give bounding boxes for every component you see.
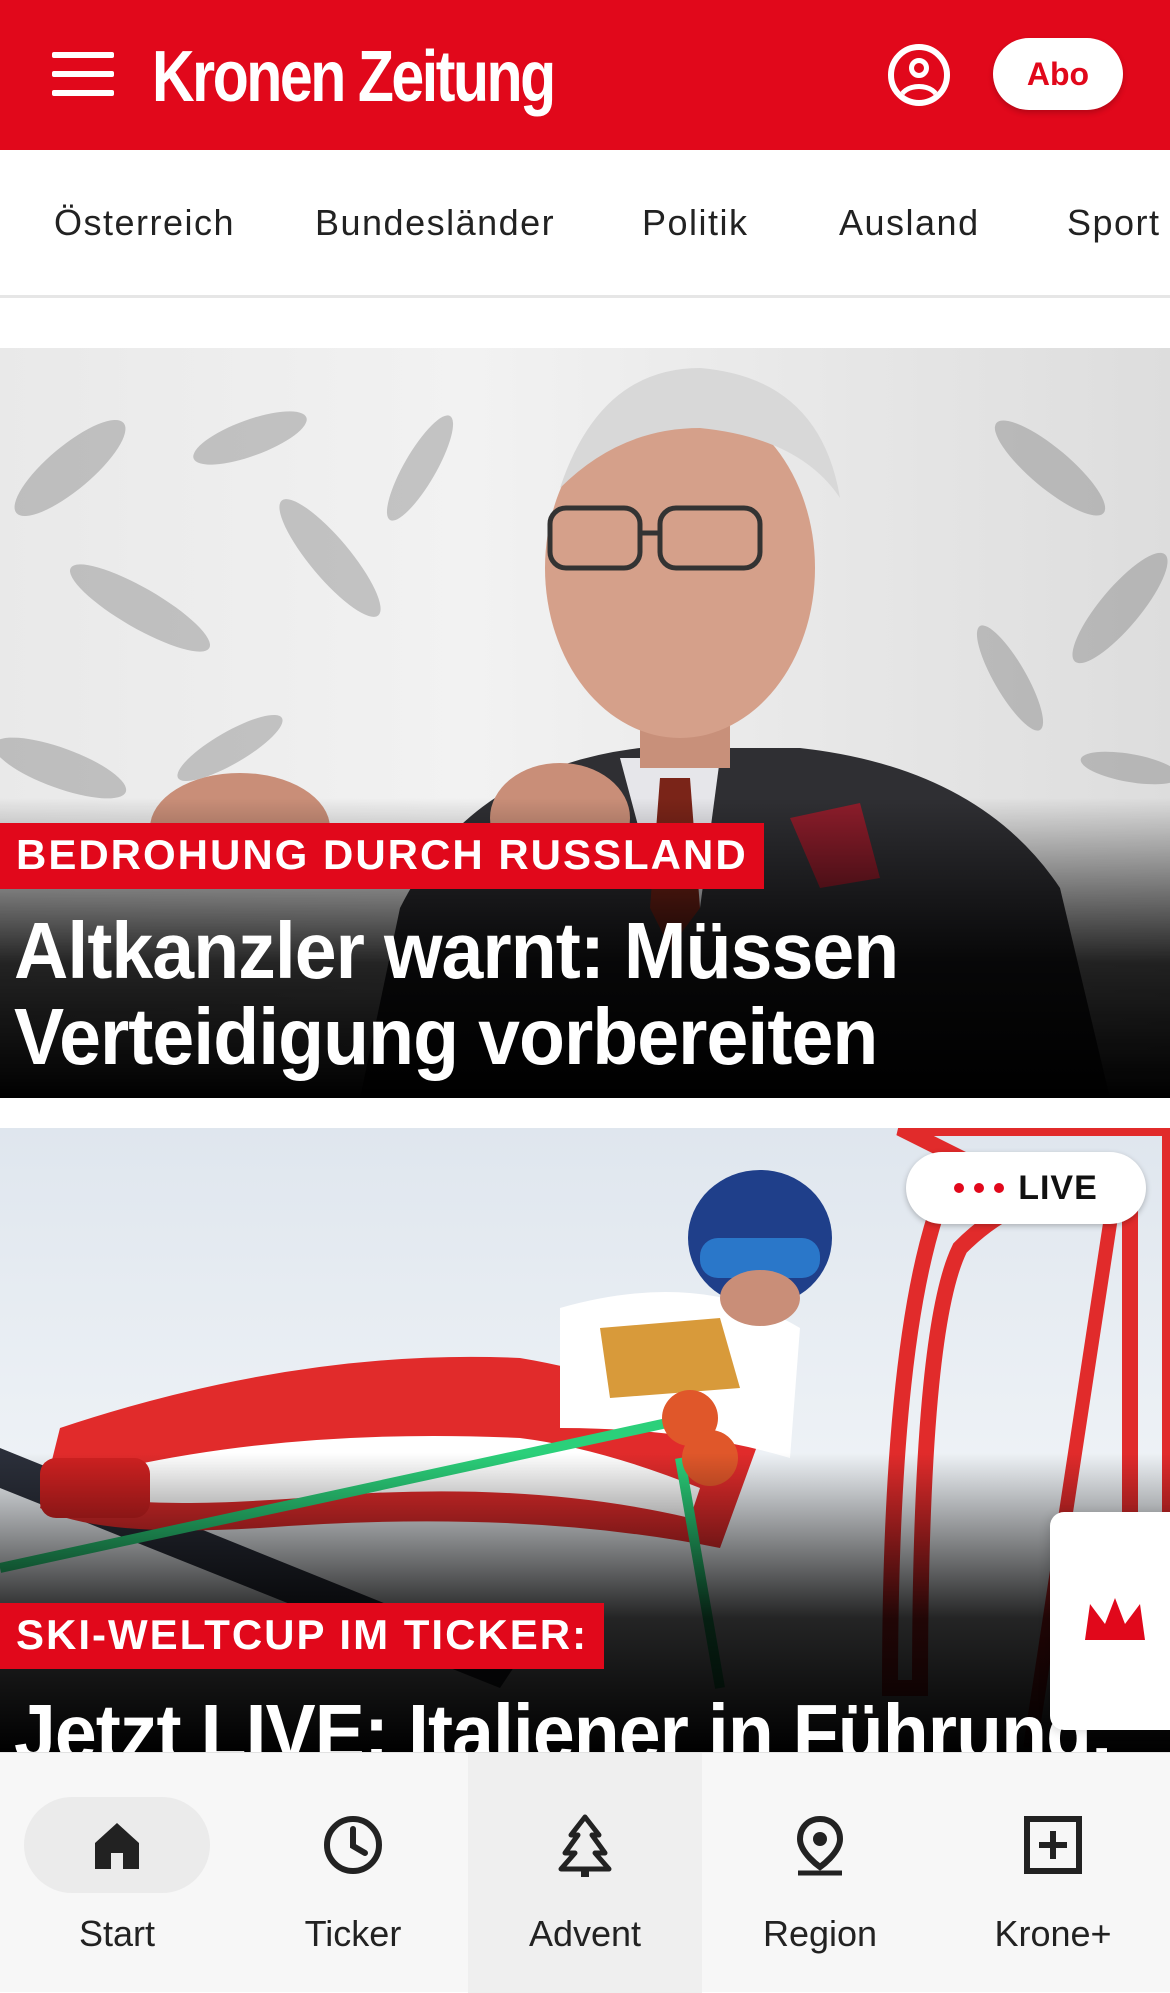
live-dots-icon — [954, 1183, 1005, 1193]
tree-icon-wrap — [492, 1797, 678, 1893]
nav-advent[interactable]: Advent — [468, 1753, 702, 1993]
nav-krone-plus[interactable]: Krone+ — [958, 1753, 1148, 1993]
nav-label: Ticker — [304, 1913, 402, 1954]
menu-icon[interactable] — [52, 52, 114, 96]
nav-label: Region — [762, 1913, 878, 1954]
article-kicker: BEDROHUNG DURCH RUSSLAND — [0, 823, 764, 889]
article-kicker: SKI-WELTCUP IM TICKER: — [0, 1603, 605, 1669]
category-politik[interactable]: Politik — [642, 202, 749, 244]
plus-box-icon — [1024, 1816, 1082, 1874]
abo-button[interactable]: Abo — [993, 38, 1123, 110]
nav-label: Advent — [528, 1913, 642, 1954]
article-headline-line-1: Jetzt LIVE: Italiener in Führung, — [14, 1688, 1112, 1754]
live-badge: LIVE — [906, 1152, 1146, 1224]
plus-box-icon-wrap — [960, 1797, 1146, 1893]
category-oesterreich[interactable]: Österreich — [54, 202, 235, 244]
location-pin-icon — [796, 1815, 844, 1876]
bottom-navigation: Start Ticker Advent Region Krone+ — [0, 1752, 1170, 1993]
article-card-1[interactable]: BEDROHUNG DURCH RUSSLAND Altkanzler warn… — [0, 348, 1170, 1098]
clock-icon — [324, 1816, 382, 1874]
nav-region[interactable]: Region — [725, 1753, 915, 1993]
nav-label: Krone+ — [994, 1913, 1112, 1954]
live-label: LIVE — [1018, 1168, 1098, 1207]
home-icon-wrap — [24, 1797, 210, 1893]
krone-plus-side-tab[interactable] — [1050, 1512, 1170, 1730]
logo[interactable]: Kronen Zeitung — [152, 36, 556, 118]
category-bundeslaender[interactable]: Bundesländer — [315, 202, 555, 244]
article-headline-line-2: Verteidigung vorbereiten — [14, 992, 878, 1081]
article-card-2[interactable]: LIVE SKI-WELTCUP IM TICKER: Jetzt LIVE: … — [0, 1128, 1170, 1753]
location-pin-icon-wrap — [727, 1797, 913, 1893]
app-header: Kronen Zeitung Abo — [0, 0, 1170, 150]
tree-icon — [558, 1814, 612, 1877]
clock-icon-wrap — [260, 1797, 446, 1893]
nav-label: Start — [78, 1913, 156, 1954]
category-ausland[interactable]: Ausland — [839, 202, 980, 244]
category-nav: Österreich Bundesländer Politik Ausland … — [0, 150, 1170, 298]
crown-icon — [1085, 1598, 1145, 1640]
home-icon — [95, 1823, 139, 1869]
nav-ticker[interactable]: Ticker — [258, 1753, 448, 1993]
account-icon[interactable] — [888, 44, 950, 106]
nav-start[interactable]: Start — [22, 1753, 212, 1993]
category-sport[interactable]: Sport — [1067, 202, 1161, 244]
article-headline-line-1: Altkanzler warnt: Müssen — [14, 906, 899, 995]
